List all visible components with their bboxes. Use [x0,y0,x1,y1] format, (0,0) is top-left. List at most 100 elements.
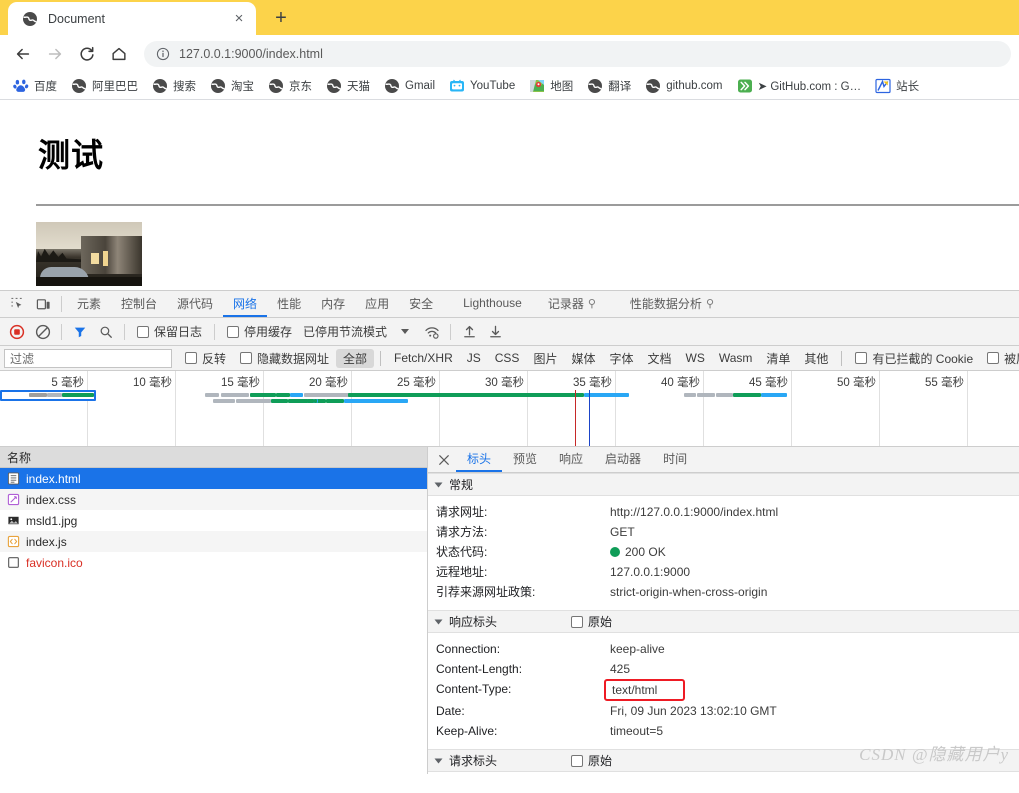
section-general[interactable]: 常规 [428,473,1019,496]
overview-bar-segment [47,393,62,397]
filter-funnel-icon[interactable] [67,320,93,344]
request-list-header[interactable]: 名称 [0,447,427,468]
bookmark-label: 淘宝 [231,81,254,93]
hide-data-urls-checkbox[interactable]: 隐藏数据网址 [233,350,336,367]
preserve-log-checkbox[interactable]: 保留日志 [130,323,209,340]
section-response-headers[interactable]: 响应标头 原始 [428,610,1019,633]
general-list: 请求网址: http://127.0.0.1:9000/index.html 请… [428,496,1019,610]
bookmark-item[interactable]: 翻译 [580,76,638,96]
divider [36,204,1019,206]
tab-elements[interactable]: 元素 [67,291,111,317]
tab-memory[interactable]: 内存 [311,291,355,317]
filter-type-font[interactable]: 字体 [602,349,640,368]
tab-console[interactable]: 控制台 [111,291,167,317]
details-tab-preview[interactable]: 预览 [502,447,548,472]
overview-bar-segment [733,393,761,397]
inspect-icon[interactable] [4,292,30,316]
bookmark-item[interactable]: 地图 [522,76,580,96]
blocked-requests-checkbox[interactable]: 被屏蔽的请求 [980,350,1019,367]
back-icon[interactable] [8,39,38,69]
tab-recorder[interactable]: 记录器 ⚲ [538,291,606,317]
search-icon[interactable] [93,320,119,344]
chevron-down-icon[interactable] [401,329,410,334]
filter-type-all[interactable]: 全部 [336,348,375,368]
forward-icon[interactable] [40,39,70,69]
detail-value: 127.0.0.1:9000 [610,565,691,579]
bookmark-item[interactable]: Gmail [377,76,442,96]
request-row[interactable]: index.html [0,468,427,489]
tab-performance-insights[interactable]: 性能数据分析 ⚲ [620,291,724,317]
filter-input[interactable]: 过滤 [4,348,172,368]
tab-lighthouse[interactable]: Lighthouse [453,291,532,317]
filter-type-js[interactable]: JS [460,350,488,366]
tab-application[interactable]: 应用 [355,291,399,317]
checkbox-icon [855,352,868,364]
filter-type-other[interactable]: 其他 [797,349,835,368]
details-tab-headers[interactable]: 标头 [456,447,503,472]
bookmark-item[interactable]: 站长 [868,76,926,96]
filter-type-fetchxhr[interactable]: Fetch/XHR [387,350,460,366]
filter-type-wasm[interactable]: Wasm [712,350,760,366]
network-overview-chart[interactable]: 5 毫秒 10 毫秒 15 毫秒 20 毫秒 25 毫秒 30 毫秒 35 毫秒… [0,371,1019,447]
filter-type-media[interactable]: 媒体 [564,349,602,368]
tab-label: 控制台 [121,296,158,311]
tab-sources[interactable]: 源代码 [167,291,223,317]
filter-type-ws[interactable]: WS [679,350,712,366]
tab-performance[interactable]: 性能 [267,291,311,317]
close-icon[interactable]: × [230,10,248,28]
bookmark-item[interactable]: 京东 [261,76,319,96]
tab-network[interactable]: 网络 [223,291,268,317]
bookmark-item[interactable]: 百度 [6,76,64,96]
record-stop-icon[interactable] [4,320,30,344]
request-row[interactable]: index.js [0,531,427,552]
tab-security[interactable]: 安全 [399,291,443,317]
overview-bar-segment [314,399,317,403]
globe-icon [152,78,168,94]
disable-cache-checkbox[interactable]: 停用缓存 [220,323,299,340]
detail-value: strict-origin-when-cross-origin [610,585,768,599]
export-har-icon[interactable] [482,320,508,344]
details-scroll[interactable]: 常规 请求网址: http://127.0.0.1:9000/index.htm… [428,473,1019,774]
clear-icon[interactable] [30,320,56,344]
bookmark-item[interactable]: 阿里巴巴 [64,76,145,96]
details-tab-initiator[interactable]: 启动器 [594,447,652,472]
device-toolbar-icon[interactable] [30,292,56,316]
raw-label: 原始 [588,615,613,629]
reload-icon[interactable] [72,39,102,69]
checkbox-icon [137,325,149,338]
close-icon[interactable] [432,448,456,472]
address-bar[interactable]: 127.0.0.1:9000/index.html [144,41,1011,67]
flask-icon: ⚲ [587,297,596,310]
bookmark-item[interactable]: 天猫 [319,76,377,96]
bookmark-item[interactable]: github.com [638,76,729,96]
home-icon[interactable] [104,39,134,69]
filter-type-manifest[interactable]: 清单 [759,349,797,368]
request-row[interactable]: index.css [0,489,427,510]
import-har-icon[interactable] [456,320,482,344]
bookmark-item[interactable]: YouTube [442,76,522,96]
filter-type-doc[interactable]: 文档 [640,349,678,368]
detail-row: Connection: keep-alive [428,639,1019,659]
bookmark-item[interactable]: 搜索 [145,76,203,96]
youtube-icon [449,78,465,94]
bookmark-item[interactable]: 淘宝 [203,76,261,96]
browser-tab[interactable]: Document × [8,2,256,35]
info-icon[interactable] [156,47,170,61]
filter-type-css[interactable]: CSS [488,350,527,366]
request-row[interactable]: favicon.ico [0,552,427,573]
raw-toggle[interactable]: 原始 [571,752,612,769]
details-tab-timing[interactable]: 时间 [652,447,698,472]
bookmark-item[interactable]: ➤ GitHub.com : G… [730,76,869,96]
bookmark-label: Gmail [405,80,436,92]
network-conditions-icon[interactable] [419,320,445,344]
request-row[interactable]: msld1.jpg [0,510,427,531]
detail-key: 请求网址: [436,505,488,519]
throttling-select[interactable]: 已停用节流模式 [299,323,391,340]
invert-checkbox[interactable]: 反转 [178,350,233,367]
section-request-headers[interactable]: 请求标头 原始 CSDN @隐藏用户y [428,745,1019,772]
details-tab-response[interactable]: 响应 [548,447,594,472]
new-tab-button[interactable]: + [266,3,296,33]
blocked-cookies-checkbox[interactable]: 有已拦截的 Cookie [848,350,980,367]
raw-toggle[interactable]: 原始 [571,613,612,630]
filter-type-img[interactable]: 图片 [526,349,564,368]
